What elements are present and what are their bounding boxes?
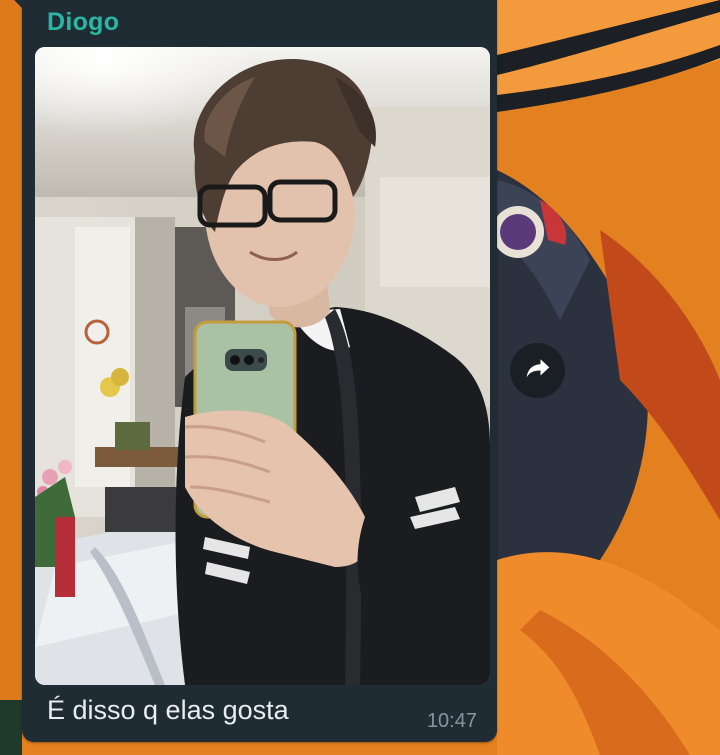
sender-name[interactable]: Diogo <box>47 8 119 37</box>
message-caption: É disso q elas gosta <box>47 695 289 725</box>
message-bubble[interactable]: Diogo É disso q elas gosta 10:47 <box>14 0 497 742</box>
forward-button[interactable] <box>510 343 565 398</box>
message-photo[interactable] <box>35 47 490 685</box>
forward-arrow-icon <box>523 353 553 388</box>
message-timestamp: 10:47 <box>426 710 477 732</box>
